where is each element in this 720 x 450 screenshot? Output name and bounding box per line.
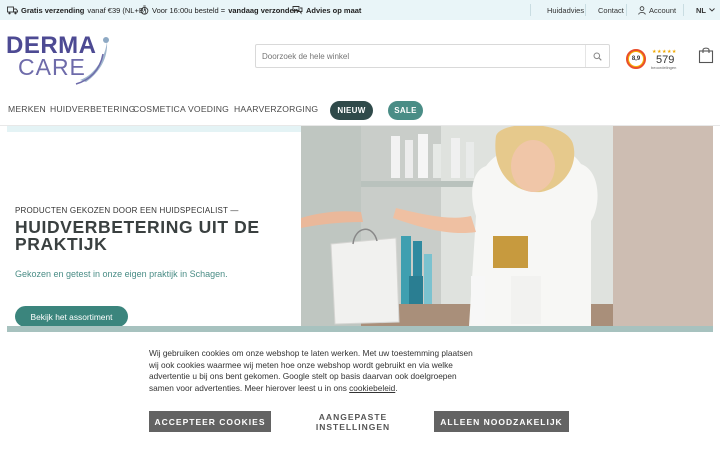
search-button[interactable]	[585, 45, 609, 67]
usp-free-shipping-rest: vanaf €39 (NL+B)	[87, 5, 147, 15]
usp-same-day: Voor 16:00u besteld = vandaag verzonden	[140, 0, 298, 20]
divider	[683, 4, 684, 16]
link-account[interactable]: Account	[638, 0, 676, 20]
usp-advice: Advies op maat	[292, 0, 361, 20]
divider	[585, 4, 586, 16]
usp-free-shipping-strong: Gratis verzending	[21, 5, 85, 15]
review-rating-widget[interactable]: 8,9 ★★★★★ 579 beoordelingen	[626, 49, 684, 71]
usp-free-shipping: Gratis verzending vanaf €39 (NL+B)	[7, 0, 146, 20]
chat-bubbles-icon	[292, 6, 303, 15]
cookie-text: Wij gebruiken cookies om onze webshop te…	[149, 348, 479, 394]
search-icon	[593, 52, 602, 61]
cookie-policy-link[interactable]: cookiebeleid	[349, 383, 395, 393]
nav-item-haarverzorging[interactable]: HAARVERZORGING	[234, 104, 318, 114]
hero-description: Gekozen en getest in onze eigen praktijk…	[15, 269, 228, 279]
rating-score: 8,9	[629, 52, 643, 66]
cookie-consent-banner: Wij gebruiken cookies om onze webshop te…	[0, 332, 720, 450]
necessary-only-button[interactable]: ALLEEN NOODZAKELIJK	[434, 411, 569, 432]
rating-badge: 8,9	[626, 49, 646, 69]
logo-swoosh-icon	[75, 37, 109, 85]
account-label: Account	[649, 5, 677, 15]
nav-item-voeding[interactable]: VOEDING	[188, 104, 229, 114]
rating-count-label: beoordelingen	[651, 65, 677, 70]
nav-item-cosmetica[interactable]: COSMETICA	[133, 104, 186, 114]
stopwatch-icon	[140, 5, 149, 15]
cookie-text-end: .	[395, 382, 398, 393]
truck-icon	[7, 6, 18, 14]
link-huidadvies[interactable]: Huidadvies	[547, 0, 584, 20]
nav-new-button[interactable]: NIEUW	[330, 101, 373, 120]
usp-same-day-strong: vandaag verzonden	[228, 5, 299, 15]
hero-top-strip	[7, 126, 301, 132]
divider	[530, 4, 531, 16]
nav-sale-button[interactable]: SALE	[388, 101, 423, 120]
top-usp-bar: Gratis verzending vanaf €39 (NL+B) Voor …	[0, 0, 720, 20]
divider	[626, 4, 627, 16]
search-bar	[255, 44, 610, 68]
search-input[interactable]	[256, 45, 586, 67]
language-selector[interactable]: NL	[696, 0, 715, 20]
cart-button[interactable]	[698, 46, 714, 64]
chevron-down-icon	[709, 8, 715, 12]
accept-cookies-button[interactable]: ACCEPTEER COOKIES	[149, 411, 271, 432]
view-assortment-button[interactable]: Bekijk het assortiment	[15, 306, 128, 327]
user-icon	[638, 5, 646, 15]
nav-item-huidverbetering[interactable]: HUIDVERBETERING	[50, 104, 136, 114]
shopping-bag-icon	[698, 47, 714, 64]
cookie-message: Wij gebruiken cookies om onze webshop te…	[149, 348, 473, 393]
hero-photo-illustration	[301, 126, 613, 326]
link-contact[interactable]: Contact	[598, 0, 624, 20]
site-header: DERMA CARE 8,9 ★★★★★ 579 beoordelingen	[0, 20, 720, 95]
dermacare-logo[interactable]: DERMA CARE	[6, 32, 110, 88]
hero-right-panel	[613, 126, 713, 326]
hero-banner: PRODUCTEN GEKOZEN DOOR EEN HUIDSPECIALIS…	[7, 126, 713, 332]
nav-item-merken[interactable]: MERKEN	[8, 104, 46, 114]
usp-same-day-rest: Voor 16:00u besteld =	[152, 5, 226, 15]
hero-subtitle: PRODUCTEN GEKOZEN DOOR EEN HUIDSPECIALIS…	[15, 206, 239, 215]
usp-advice-strong: Advies op maat	[306, 5, 362, 15]
custom-settings-button[interactable]: AANGEPASTE INSTELLINGEN	[283, 411, 423, 432]
hero-photo	[301, 126, 613, 326]
language-label: NL	[696, 5, 706, 15]
hero-title: HUIDVERBETERING UIT DE PRAKTIJK	[15, 217, 260, 254]
main-navigation: MERKEN HUIDVERBETERING COSMETICA VOEDING…	[0, 95, 720, 126]
